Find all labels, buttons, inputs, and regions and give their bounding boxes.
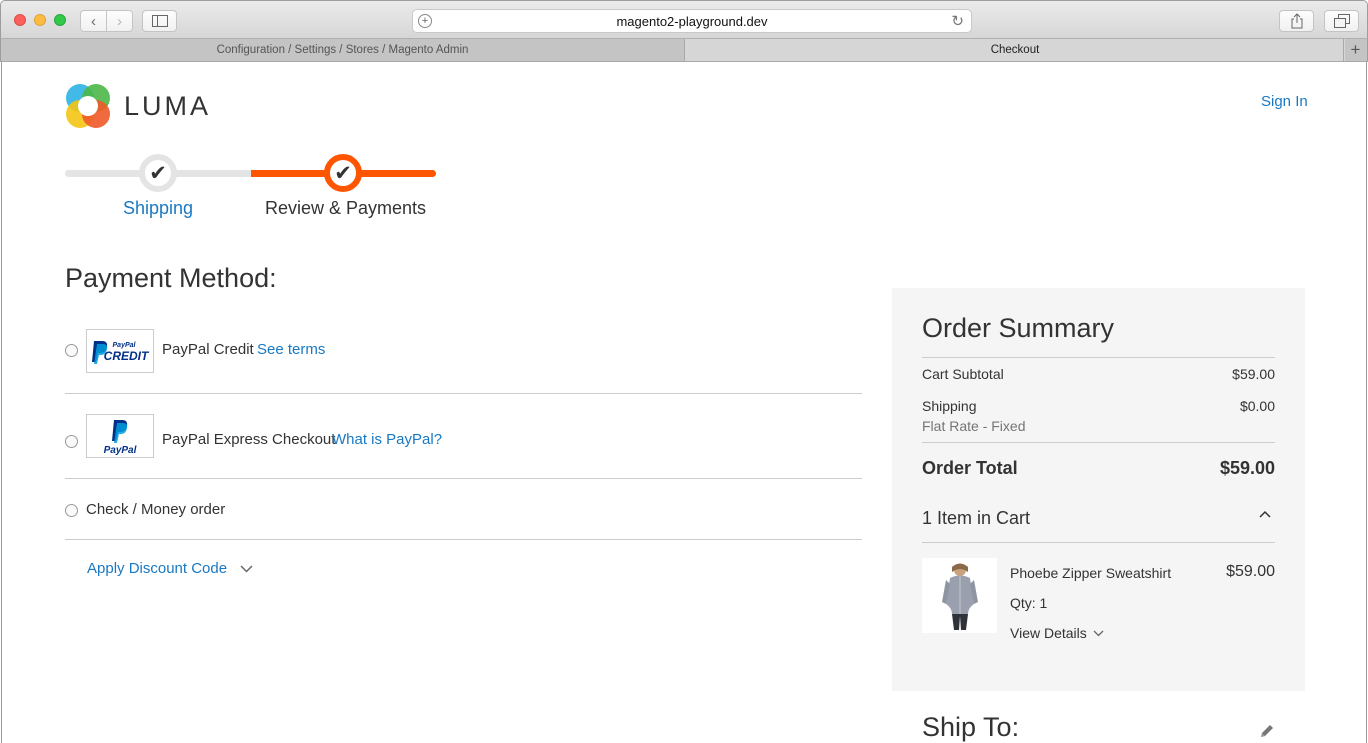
chevron-right-icon: › (117, 12, 122, 30)
order-summary-title: Order Summary (922, 313, 1115, 343)
share-button[interactable] (1279, 10, 1314, 32)
sweatshirt-image (922, 558, 997, 633)
step-review-label: Review & Payments (265, 198, 427, 218)
zoom-window-button[interactable] (54, 14, 66, 26)
forward-button[interactable]: › (106, 10, 133, 32)
order-total-value: $59.00 (1219, 458, 1275, 478)
shipping-value: $0.00 (1239, 398, 1275, 414)
see-terms-link[interactable]: See terms (257, 341, 325, 358)
minimize-window-button[interactable] (34, 14, 46, 26)
product-thumbnail (922, 558, 997, 633)
tab-bar: Configuration / Settings / Stores / Mage… (0, 39, 1368, 62)
paypal-credit-label[interactable]: PayPal Credit (162, 341, 254, 358)
tab-overview-button[interactable] (1324, 10, 1359, 32)
order-total-label: Order Total (922, 458, 1018, 478)
product-qty: Qty: 1 (1010, 595, 1048, 611)
product-name: Phoebe Zipper Sweatshirt (1010, 565, 1172, 581)
paypal-express-radio[interactable] (65, 435, 78, 448)
checkout-progress: ✔ ✔ Shipping Review & Payments (65, 150, 437, 230)
luma-logo-icon (66, 84, 110, 128)
step-shipping-link[interactable]: Shipping (123, 198, 193, 219)
shipping-method: Flat Rate - Fixed (922, 418, 1026, 434)
payment-option-paypal-express: PayPal PayPal Express Checkout What is P… (65, 394, 862, 479)
tabs-icon (1333, 14, 1350, 28)
view-details-label: View Details (1010, 625, 1087, 641)
what-is-paypal-link[interactable]: What is PayPal? (332, 431, 442, 448)
browser-titlebar: ‹ › + magento2-playground.dev ↻ (0, 0, 1368, 39)
luma-logo[interactable]: LUMA (65, 83, 211, 129)
shipping-label: Shipping (922, 398, 977, 414)
share-icon (1291, 13, 1302, 29)
payment-method-title: Payment Method: (65, 263, 277, 293)
paypal-credit-radio[interactable] (65, 344, 78, 357)
tab-label: Checkout (990, 44, 1040, 56)
apply-discount-label: Apply Discount Code (87, 560, 228, 577)
check-money-order-radio[interactable] (65, 504, 78, 517)
url-text: magento2-playground.dev (616, 13, 768, 29)
items-in-cart-label: 1 Item in Cart (922, 508, 1031, 528)
chevron-left-icon: ‹ (91, 12, 96, 30)
cart-subtotal-label: Cart Subtotal (922, 366, 1004, 382)
divider (922, 442, 1275, 443)
payment-option-paypal-credit: PayPal CREDIT PayPal Credit See terms (65, 318, 862, 394)
back-button[interactable]: ‹ (80, 10, 107, 32)
ship-to-title: Ship To: (922, 712, 1020, 742)
view-details-toggle[interactable]: View Details (1010, 625, 1104, 641)
paypal-logo: PayPal (86, 414, 154, 458)
page-content: LUMA Sign In ✔ ✔ Shipping Review & Payme… (1, 62, 1367, 743)
shipping-row: Shipping $0.00 (922, 398, 1275, 414)
tab-label: Configuration / Settings / Stores / Mage… (216, 44, 469, 56)
sidebar-toggle-button[interactable] (142, 10, 177, 32)
plus-circle-icon[interactable]: + (418, 14, 432, 28)
step-shipping-check-icon: ✔ (139, 154, 177, 192)
pencil-edit-icon[interactable] (1258, 722, 1276, 740)
new-tab-button[interactable]: + (1343, 39, 1367, 61)
reload-icon[interactable]: ↻ (951, 12, 964, 30)
paypal-credit-icon: PayPal CREDIT (92, 341, 150, 364)
brand-name: LUMA (124, 90, 212, 121)
paypal-credit-logo-top: PayPal (113, 342, 137, 349)
paypal-credit-logo-bottom: CREDIT (104, 349, 150, 363)
paypal-credit-logo: PayPal CREDIT (86, 329, 154, 373)
address-bar[interactable]: + magento2-playground.dev ↻ (412, 9, 972, 33)
divider (922, 357, 1275, 358)
step-review-check-icon: ✔ (324, 154, 362, 192)
paypal-logo-text: PayPal (104, 445, 137, 456)
paypal-express-label[interactable]: PayPal Express Checkout (162, 431, 335, 448)
cart-subtotal-value: $59.00 (1232, 366, 1275, 382)
close-window-button[interactable] (14, 14, 26, 26)
tab-checkout[interactable]: Checkout (685, 39, 1345, 61)
order-summary: Order Summary Cart Subtotal $59.00 Shipp… (892, 288, 1305, 691)
tab-magento-admin[interactable]: Configuration / Settings / Stores / Mage… (1, 39, 685, 61)
payment-option-check-money-order: Check / Money order (65, 479, 862, 540)
chevron-down-icon (240, 564, 253, 573)
apply-discount-toggle[interactable]: Apply Discount Code (87, 560, 253, 577)
order-total-row: Order Total $59.00 (922, 458, 1275, 479)
chevron-down-icon (1093, 630, 1104, 636)
items-in-cart-toggle[interactable]: 1 Item in Cart (922, 508, 1275, 529)
cart-subtotal-row: Cart Subtotal $59.00 (922, 366, 1275, 382)
sign-in-link[interactable]: Sign In (1261, 93, 1308, 110)
check-money-order-label[interactable]: Check / Money order (86, 501, 225, 518)
sidebar-icon (151, 15, 168, 27)
product-price: $59.00 (1226, 563, 1275, 580)
chevron-up-icon (1259, 510, 1271, 518)
divider (922, 542, 1275, 543)
paypal-icon: PayPal (104, 420, 137, 456)
plus-icon: + (1350, 40, 1361, 59)
